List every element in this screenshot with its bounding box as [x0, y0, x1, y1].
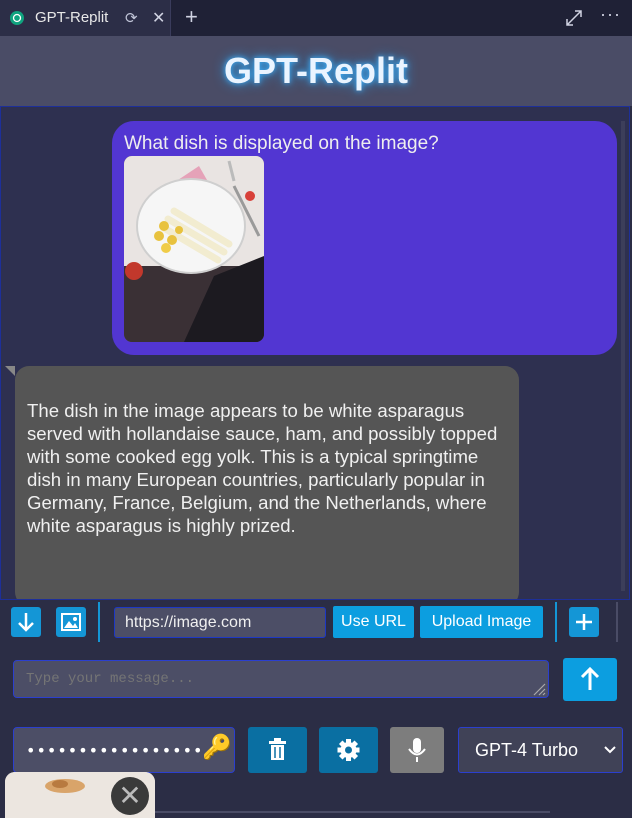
- page-title: GPT-Replit: [223, 50, 408, 91]
- user-message-bubble: What dish is displayed on the image?: [112, 121, 617, 355]
- expand-icon[interactable]: [565, 9, 583, 32]
- bubble-corner: [5, 366, 15, 376]
- send-button[interactable]: [563, 658, 617, 701]
- assistant-message-text: The dish in the image appears to be whit…: [27, 400, 498, 536]
- image-url-input[interactable]: [114, 607, 326, 638]
- openai-logo-icon: [10, 11, 24, 25]
- new-tab-icon[interactable]: +: [185, 4, 198, 30]
- microphone-button[interactable]: [390, 727, 444, 773]
- assistant-message-bubble: The dish in the image appears to be whit…: [15, 366, 519, 599]
- toolbar-divider: [98, 602, 100, 642]
- message-input[interactable]: [13, 660, 549, 698]
- add-button[interactable]: [569, 607, 599, 637]
- arrow-down-icon: [18, 613, 34, 632]
- image-icon: [61, 613, 81, 631]
- toolbar-divider: [616, 602, 618, 642]
- chat-scrollbar[interactable]: [621, 121, 625, 591]
- chevron-down-icon: [603, 740, 617, 765]
- user-attached-image[interactable]: [124, 156, 264, 342]
- plus-icon: [576, 614, 592, 630]
- use-url-button[interactable]: Use URL: [333, 606, 414, 638]
- delete-button[interactable]: [248, 727, 307, 773]
- settings-button[interactable]: [319, 727, 378, 773]
- divider-line: [155, 811, 550, 813]
- model-select-value: GPT-4 Turbo: [475, 740, 579, 760]
- microphone-icon: [408, 738, 426, 762]
- scroll-down-button[interactable]: [11, 607, 41, 637]
- user-message-text: What dish is displayed on the image?: [124, 133, 439, 154]
- model-select[interactable]: GPT-4 Turbo: [458, 727, 623, 773]
- remove-image-button[interactable]: ✕: [111, 777, 149, 815]
- upload-image-button[interactable]: Upload Image: [420, 606, 543, 638]
- trash-icon: [269, 738, 286, 760]
- toolbar-divider: [555, 602, 557, 642]
- image-button[interactable]: [56, 607, 86, 637]
- arrow-up-icon: [580, 666, 600, 690]
- gear-icon: [337, 739, 360, 761]
- key-icon: 🔑: [202, 734, 232, 761]
- refresh-icon[interactable]: ⟳: [125, 9, 138, 27]
- resize-grip-icon[interactable]: [532, 682, 546, 701]
- close-tab-icon[interactable]: ✕: [152, 8, 165, 28]
- more-options-icon[interactable]: ···: [600, 4, 621, 25]
- tab-title: GPT-Replit: [35, 9, 109, 26]
- chat-container: What dish is displayed on the image? The…: [0, 106, 630, 600]
